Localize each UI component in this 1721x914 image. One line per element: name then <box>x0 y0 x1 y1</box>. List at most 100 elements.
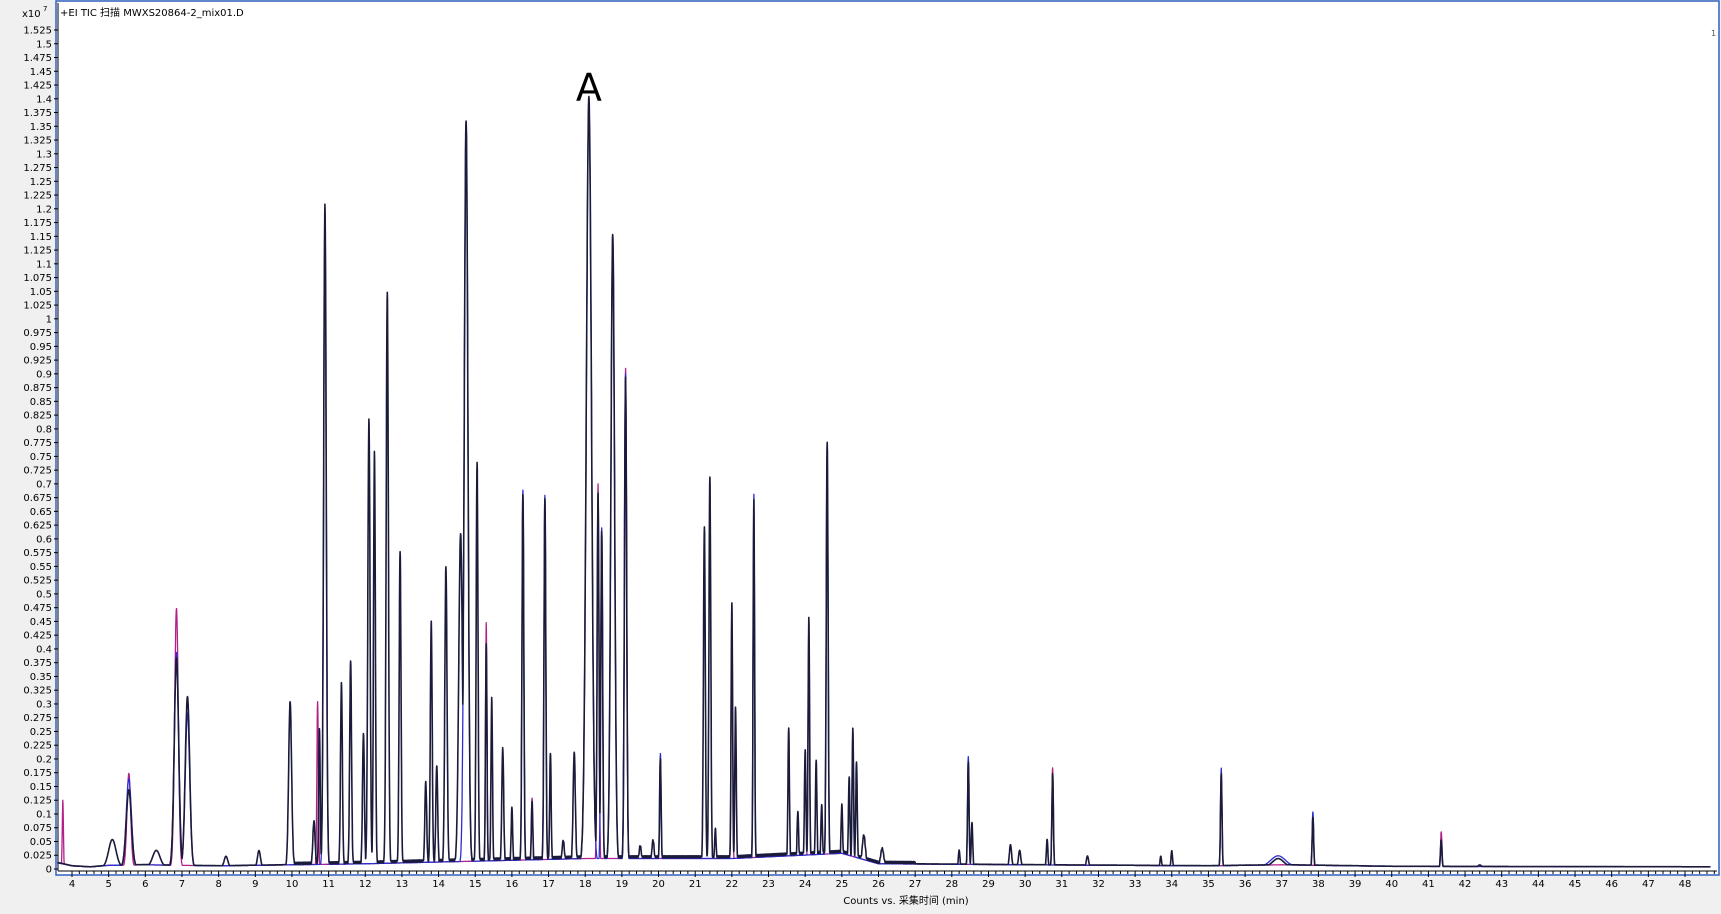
y-tick-label: 0.025 <box>23 851 52 862</box>
y-tick-label: 0.4 <box>36 644 52 655</box>
y-tick-label: 0.1 <box>36 809 52 820</box>
y-tick-label: 1.375 <box>23 108 52 119</box>
y-tick-label: 0.125 <box>23 796 52 807</box>
x-tick-label: 29 <box>982 879 995 890</box>
y-tick-label: 0.775 <box>23 438 52 449</box>
y-tick-label: 0.25 <box>30 727 52 738</box>
y-tick-label: 0.525 <box>23 576 52 587</box>
y-tick-label: 0.35 <box>30 672 52 683</box>
x-tick-label: 32 <box>1092 879 1105 890</box>
x-tick-label: 4 <box>69 879 75 890</box>
y-tick-label: 1.525 <box>23 26 52 37</box>
y-tick-label: 0.9 <box>36 369 52 380</box>
x-tick-label: 31 <box>1055 879 1068 890</box>
x-tick-label: 41 <box>1422 879 1435 890</box>
x-tick-label: 35 <box>1202 879 1215 890</box>
x-tick-label: 43 <box>1495 879 1508 890</box>
x-tick-label: 27 <box>909 879 922 890</box>
x-tick-label: 26 <box>872 879 885 890</box>
y-tick-label: 0.725 <box>23 466 52 477</box>
x-axis-label: Counts vs. 采集时间 (min) <box>843 894 969 907</box>
y-tick-label: 0.275 <box>23 713 52 724</box>
x-tick-label: 34 <box>1165 879 1178 890</box>
y-tick-label: 0.6 <box>36 534 52 545</box>
x-tick-label: 44 <box>1532 879 1545 890</box>
x-tick-label: 15 <box>469 879 482 890</box>
x-tick-label: 22 <box>725 879 738 890</box>
y-tick-label: 1.1 <box>36 259 52 270</box>
x-tick-label: 23 <box>762 879 775 890</box>
y-tick-label: 0.225 <box>23 741 52 752</box>
y-tick-label: 0.325 <box>23 686 52 697</box>
y-tick-label: 1.35 <box>30 122 52 133</box>
chromatogram-chart: +EI TIC 扫描 MWXS20864-2_mix01.D x10 7 1 0… <box>22 0 1720 907</box>
y-tick-label: 0.85 <box>30 397 52 408</box>
x-tick-label: 14 <box>432 879 445 890</box>
y-tick-label: 0.7 <box>36 479 52 490</box>
y-exponent-label: x10 <box>22 9 41 20</box>
y-tick-label: 1.15 <box>30 232 52 243</box>
y-tick-label: 0.575 <box>23 548 52 559</box>
x-tick-label: 8 <box>215 879 221 890</box>
x-tick-label: 33 <box>1129 879 1142 890</box>
y-tick-label: 1.275 <box>23 163 52 174</box>
x-tick-label: 21 <box>689 879 702 890</box>
y-tick-label: 1 <box>46 314 52 325</box>
x-tick-label: 36 <box>1239 879 1252 890</box>
y-tick-label: 1.5 <box>36 39 52 50</box>
chart-title: +EI TIC 扫描 MWXS20864-2_mix01.D <box>60 6 244 19</box>
y-tick-label: 0.425 <box>23 631 52 642</box>
x-tick-label: 38 <box>1312 879 1325 890</box>
x-tick-label: 45 <box>1569 879 1582 890</box>
x-tick-label: 42 <box>1459 879 1472 890</box>
peak-annotation: A <box>576 65 602 109</box>
y-tick-label: 1.175 <box>23 218 52 229</box>
x-tick-label: 47 <box>1642 879 1655 890</box>
plot-area <box>58 3 1717 874</box>
x-tick-label: 19 <box>616 879 629 890</box>
y-tick-label: 0.75 <box>30 452 52 463</box>
y-tick-label: 0.15 <box>30 782 52 793</box>
y-tick-label: 0.475 <box>23 603 52 614</box>
y-tick-label: 0.875 <box>23 383 52 394</box>
y-tick-label: 0.3 <box>36 699 52 710</box>
x-tick-label: 25 <box>835 879 848 890</box>
y-tick-label: 0.5 <box>36 589 52 600</box>
x-tick-label: 7 <box>179 879 185 890</box>
x-tick-label: 18 <box>579 879 592 890</box>
y-tick-label: 1.05 <box>30 287 52 298</box>
y-tick-label: 0.175 <box>23 768 52 779</box>
y-tick-label: 0.975 <box>23 328 52 339</box>
y-tick-label: 1.4 <box>36 94 52 105</box>
y-exponent: 7 <box>43 5 47 13</box>
x-tick-label: 20 <box>652 879 665 890</box>
x-tick-label: 16 <box>506 879 519 890</box>
y-tick-label: 0.95 <box>30 342 52 353</box>
y-tick-label: 0.8 <box>36 424 52 435</box>
x-tick-label: 6 <box>142 879 148 890</box>
x-tick-label: 24 <box>799 879 812 890</box>
chart-frame: +EI TIC 扫描 MWXS20864-2_mix01.D x10 7 1 0… <box>0 0 1721 910</box>
y-tick-label: 1.25 <box>30 177 52 188</box>
y-tick-label: 0.625 <box>23 521 52 532</box>
y-tick-label: 0.075 <box>23 823 52 834</box>
y-tick-label: 1.025 <box>23 301 52 312</box>
x-tick-label: 28 <box>945 879 958 890</box>
x-tick-label: 13 <box>396 879 409 890</box>
x-tick-label: 5 <box>105 879 111 890</box>
y-tick-label: 0.65 <box>30 507 52 518</box>
y-tick-label: 1.225 <box>23 191 52 202</box>
y-tick-label: 1.475 <box>23 53 52 64</box>
x-tick-label: 10 <box>286 879 299 890</box>
y-tick-label: 0.55 <box>30 562 52 573</box>
y-tick-label: 1.325 <box>23 136 52 147</box>
x-tick-label: 40 <box>1385 879 1398 890</box>
y-tick-label: 0.2 <box>36 754 52 765</box>
y-tick-label: 0.05 <box>30 837 52 848</box>
x-tick-label: 12 <box>359 879 372 890</box>
y-tick-label: 1.125 <box>23 246 52 257</box>
y-tick-label: 0 <box>46 865 52 876</box>
x-tick-label: 9 <box>252 879 258 890</box>
x-tick-label: 46 <box>1605 879 1618 890</box>
y-tick-label: 0.675 <box>23 493 52 504</box>
